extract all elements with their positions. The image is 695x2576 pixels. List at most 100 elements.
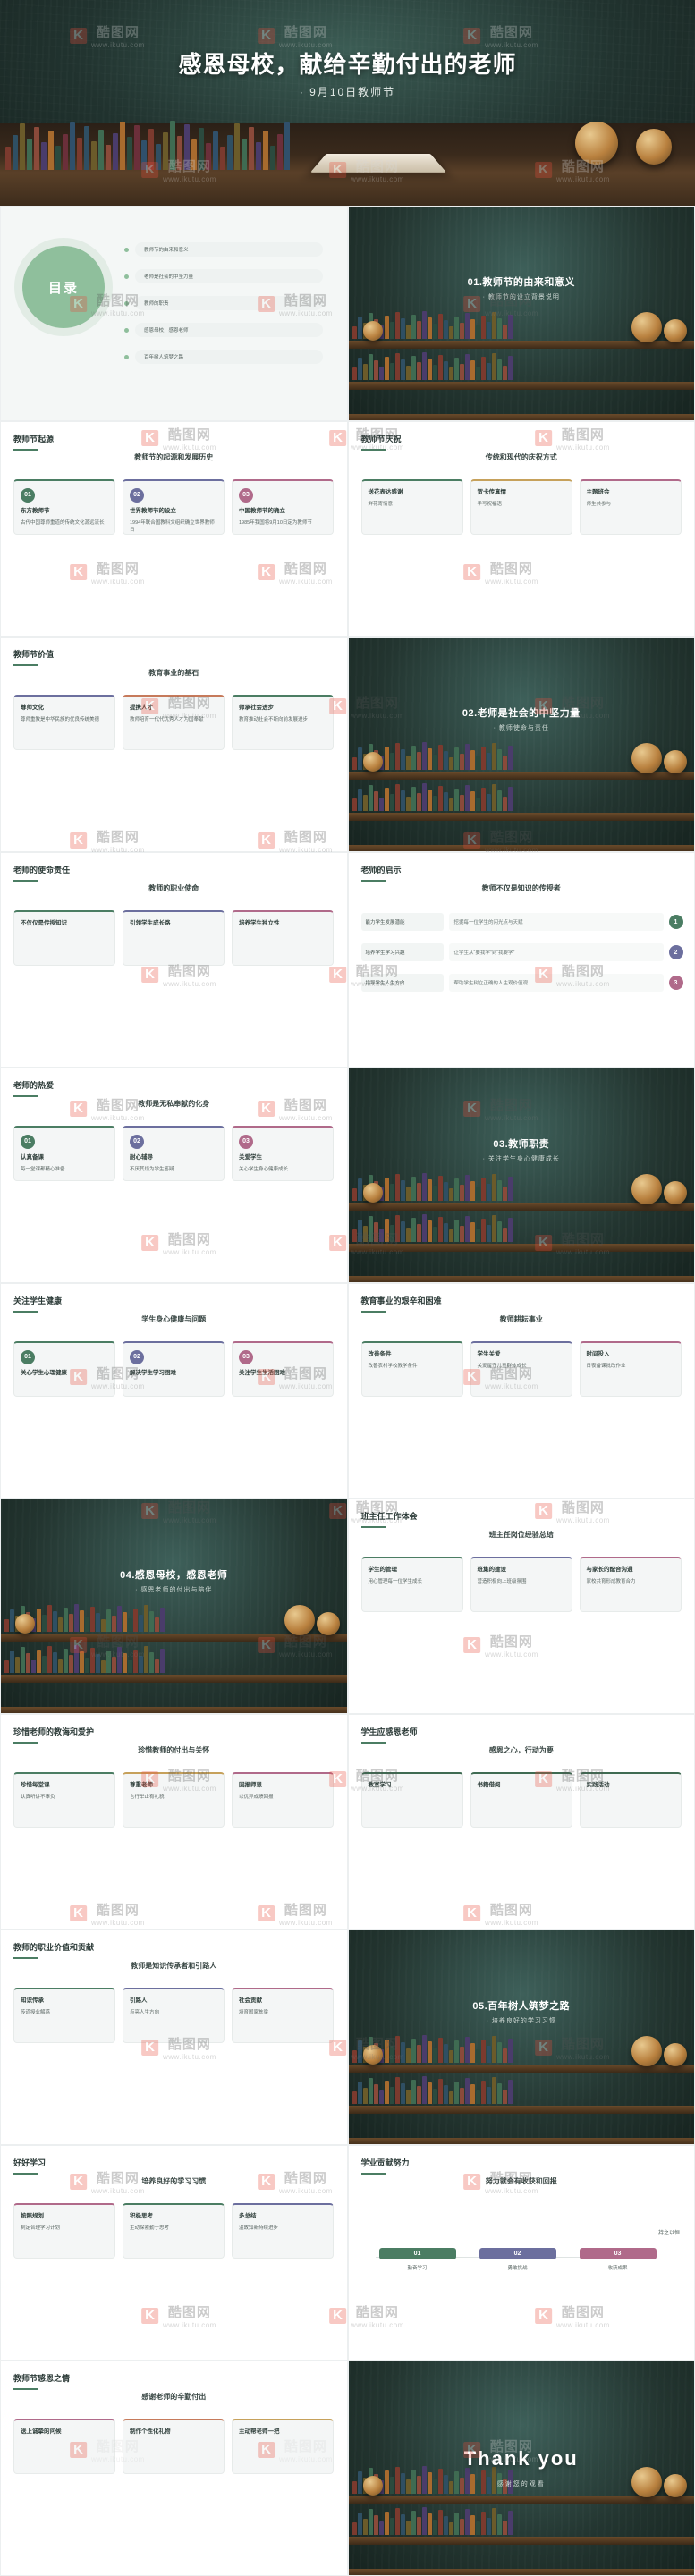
section-heading-block: 03.教师职责· 关注学生身心健康成长 (349, 1136, 695, 1163)
contents-item[interactable]: 感恩母校，感恩老师 (135, 323, 323, 337)
contents-item[interactable]: 教师的职责 (135, 296, 323, 310)
info-card[interactable]: 教室学习 (361, 1772, 463, 1828)
slide-s02[interactable]: 教师节起源教师节的起源和发展历史01东方教师节古代中国尊师重道的传统文化源远流长… (0, 421, 348, 637)
info-card[interactable]: 02世界教师节的设立1994年联合国教科文组织确立世界教师日 (123, 479, 225, 535)
slide-contents[interactable]: 目录教师节的由来和意义老师是社会的中坚力量教师的职责感恩母校，感恩老师百年树人筑… (0, 206, 348, 421)
book-spine (401, 2083, 405, 2104)
slide-s07[interactable]: 老师的启示教师不仅是知识的传授者能力学生发展潜能挖掘每一位学生的闪光点与天赋1培… (348, 852, 695, 1068)
info-card[interactable]: 多总结温故知新持续进步 (232, 2203, 334, 2259)
info-card[interactable]: 培养学生独立性 (232, 910, 334, 966)
book-spine (417, 1183, 421, 1201)
info-card[interactable]: 学生关爱关爱留守儿童群体成长 (470, 1341, 572, 1397)
info-card[interactable]: 师承社会进步教育推动社会不断向前发展进步 (232, 695, 334, 750)
contents-item[interactable]: 百年树人筑梦之路 (135, 350, 323, 364)
slide-s13[interactable]: 班主任工作体会班主任岗位经验总结学生的管理用心管理每一位学生成长班集的建设营造积… (348, 1499, 695, 1714)
step-node[interactable]: 03收获成果 (580, 2248, 657, 2271)
info-card[interactable]: 时间投入日夜备课批改作业 (580, 1341, 682, 1397)
book-spine (148, 129, 154, 170)
card-number-badge: 02 (130, 1135, 144, 1149)
info-card[interactable]: 尊重老师言行举止有礼貌 (123, 1772, 225, 1828)
info-card[interactable]: 提携人才教师培育一代代优秀人才为国奉献 (123, 695, 225, 750)
slide-s18[interactable]: 好好学习培养良好的学习习惯按照规划制定合理学习计划积极思考主动探索勤于思考多总结… (0, 2145, 348, 2361)
slide-s06[interactable]: 老师的使命责任教师的职业使命不仅仅是传授知识引领学生成长路培养学生独立性 (0, 852, 348, 1068)
step-node[interactable]: 02勇敢挑战 (479, 2248, 556, 2271)
card-heading: 世界教师节的设立 (130, 507, 217, 516)
row-label: 能力学生发展潜能 (361, 913, 444, 931)
book-spine (363, 2088, 368, 2104)
step-node[interactable]: 01勤奋学习 (379, 2248, 456, 2271)
slide-s15[interactable]: 学生应感恩老师感恩之心，行动为要教室学习书籍借阅实践活动 (348, 1714, 695, 1930)
info-card[interactable]: 学生的管理用心管理每一位学生成长 (361, 1557, 463, 1612)
info-card[interactable]: 与家长的配合沟通家校共育形成教育合力 (580, 1557, 682, 1612)
info-card[interactable]: 送花表达感谢鲜花寄情意 (361, 479, 463, 535)
card-row: 尊师文化尊师重教是中华民族的优良传统美德提携人才教师培育一代代优秀人才为国奉献师… (13, 695, 334, 750)
card-heading: 教室学习 (369, 1781, 456, 1790)
contents-item[interactable]: 老师是社会的中坚力量 (135, 269, 323, 283)
card-body: 认真听讲不辜负 (21, 1795, 55, 1800)
info-card[interactable]: 03中国教师节的确立1985年我国将9月10日定为教师节 (232, 479, 334, 535)
globe-icon (317, 1612, 340, 1635)
info-card[interactable]: 书籍借阅 (470, 1772, 572, 1828)
slide-s03[interactable]: 教师节庆祝传统和现代的庆祝方式送花表达感谢鲜花寄情意贺卡传真情手写祝福语主题班会… (348, 421, 695, 637)
list-row[interactable]: 能力学生发展潜能挖掘每一位学生的闪光点与天赋1 (361, 910, 683, 933)
info-card[interactable]: 回报师恩以优异成绩回报 (232, 1772, 334, 1828)
slide-s19[interactable]: 学业贡献努力努力就会有收获和回报01勤奋学习02勇敢挑战03收获成果持之以恒 (348, 2145, 695, 2361)
info-card[interactable]: 按照规划制定合理学习计划 (13, 2203, 115, 2259)
info-card[interactable]: 01东方教师节古代中国尊师重道的传统文化源远流长 (13, 479, 115, 535)
book-spine (492, 312, 496, 339)
info-card[interactable]: 社会贡献培育国家栋梁 (232, 1988, 334, 2043)
info-card[interactable]: 02解决学生学习困难 (123, 1341, 225, 1397)
slide-s08[interactable]: 老师的热爱教师是无私奉献的化身01认真备课每一堂课都精心准备02耐心辅导不厌其烦… (0, 1068, 348, 1283)
info-card[interactable]: 制作个性化礼物 (123, 2419, 225, 2474)
slide-s01[interactable]: 01.教师节的由来和意义· 教师节的设立背景说明 (348, 206, 695, 421)
list-row[interactable]: 培养学生学习兴趣让学生从“要我学”到“我要学”2 (361, 941, 683, 964)
info-card[interactable]: 贺卡传真情手写祝福语 (470, 479, 572, 535)
info-card[interactable]: 02耐心辅导不厌其烦为学生答疑 (123, 1126, 225, 1181)
slide-subtitle: 珍惜教师的付出与关怀 (1, 1745, 347, 1755)
step-number: 01 (379, 2248, 456, 2259)
slide-s12[interactable]: 04.感恩母校，感恩老师· 感恩老师的付出与陪伴 (0, 1499, 348, 1714)
info-card[interactable]: 改善条件改善农村学校教学条件 (361, 1341, 463, 1397)
slide-s16[interactable]: 教师的职业价值和贡献教师是知识传承者和引路人知识传承传道授业解惑引路人点亮人生方… (0, 1930, 348, 2145)
slide-s20[interactable]: 教师节感恩之情感谢老师的辛勤付出送上诚挚的问候制作个性化礼物主动帮老师一把 (0, 2361, 348, 2576)
info-card[interactable]: 珍惜每堂课认真听讲不辜负 (13, 1772, 115, 1828)
book-spine (220, 147, 225, 170)
list-row[interactable]: 指导学生人生方向帮助学生树立正确的人生观价值观3 (361, 971, 683, 994)
info-card[interactable]: 03关爱学生关心学生身心健康成长 (232, 1126, 334, 1181)
info-card[interactable]: 主动帮老师一把 (232, 2419, 334, 2474)
book-spine (358, 789, 362, 811)
card-heading: 认真备课 (21, 1153, 108, 1162)
info-card[interactable]: 不仅仅是传授知识 (13, 910, 115, 966)
info-card[interactable]: 主题班会师生共参与 (580, 479, 682, 535)
title-underline (361, 1742, 386, 1744)
card-number-badge: 01 (21, 1135, 35, 1149)
slide-s10[interactable]: 关注学生健康学生身心健康与问题01关心学生心理健康02解决学生学习困难03关注学… (0, 1283, 348, 1499)
slide-s17[interactable]: 05.百年树人筑梦之路· 培养良好的学习习惯 (348, 1930, 695, 2145)
book-spine (277, 134, 283, 170)
slide-s09[interactable]: 03.教师职责· 关注学生身心健康成长 (348, 1068, 695, 1283)
book-spine (460, 2519, 464, 2535)
info-card[interactable]: 01关心学生心理健康 (13, 1341, 115, 1397)
info-card[interactable]: 班集的建设营造积极向上班级氛围 (470, 1557, 572, 1612)
book-spine (428, 317, 432, 339)
card-number-badge: 03 (239, 1135, 253, 1149)
slide-s04[interactable]: 教师节价值教育事业的基石尊师文化尊师重教是中华民族的优良传统美德提携人才教师培育… (0, 637, 348, 852)
info-card[interactable]: 尊师文化尊师重教是中华民族的优良传统美德 (13, 695, 115, 750)
contents-item[interactable]: 教师节的由来和意义 (135, 242, 323, 257)
slide-s05[interactable]: 02.老师是社会的中坚力量· 教师使命与责任 (348, 637, 695, 852)
slide-s11[interactable]: 教育事业的艰辛和困难教师耕耘事业改善条件改善农村学校教学条件学生关爱关爱留守儿童… (348, 1283, 695, 1499)
info-card[interactable]: 送上诚挚的问候 (13, 2419, 115, 2474)
info-card[interactable]: 03关注学生生活困难 (232, 1341, 334, 1397)
slide-s14[interactable]: 珍惜老师的教诲和爱护珍惜教师的付出与关怀珍惜每堂课认真听讲不辜负尊重老师言行举止… (0, 1714, 348, 1930)
info-card[interactable]: 引路人点亮人生方向 (123, 1988, 225, 2043)
book-spine (497, 1221, 502, 1242)
info-card[interactable]: 01认真备课每一堂课都精心准备 (13, 1126, 115, 1181)
slide-s21[interactable]: Thank you感谢您的观看 (348, 2361, 695, 2576)
book-spine (84, 126, 89, 170)
book-spine (156, 144, 161, 170)
info-card[interactable]: 引领学生成长路 (123, 910, 225, 966)
info-card[interactable]: 积极思考主动探索勤于思考 (123, 2203, 225, 2259)
info-card[interactable]: 实践活动 (580, 1772, 682, 1828)
book-spine (27, 139, 32, 170)
info-card[interactable]: 知识传承传道授业解惑 (13, 1988, 115, 2043)
